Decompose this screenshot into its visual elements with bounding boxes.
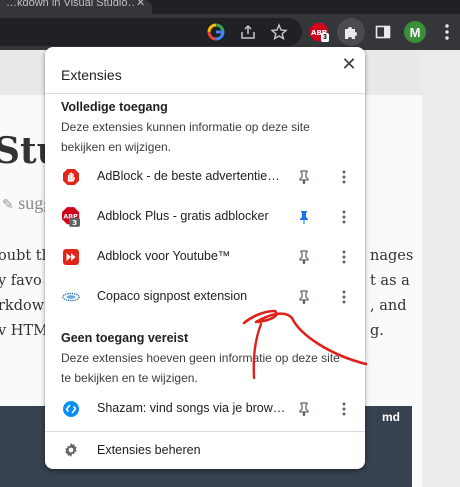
article-line: oubt th — [0, 248, 51, 264]
tab-title: …kdown in Visual Studio… — [6, 0, 134, 9]
manage-extensions-button[interactable]: Extensies beheren — [45, 435, 365, 465]
extension-row-adblock-youtube[interactable]: Adblock voor Youtube™ — [45, 237, 365, 277]
extension-name: Copaco signpost extension — [97, 289, 248, 303]
bookmark-star-icon[interactable] — [268, 21, 290, 43]
divider — [45, 431, 365, 432]
google-icon[interactable] — [205, 21, 227, 43]
article-line: v HTM — [0, 323, 48, 339]
extensions-popup: Extensies ✕ Volledige toegang Deze exten… — [45, 47, 365, 469]
adblock-plus-toolbar-icon[interactable]: ABP 3 — [308, 21, 330, 43]
section-title-full-access: Volledige toegang — [61, 100, 168, 114]
popup-title: Extensies — [61, 67, 122, 83]
code-language-label: md — [382, 410, 400, 424]
tab-strip: …kdown in Visual Studio… ✕ — [0, 0, 460, 14]
copaco-icon — [62, 288, 80, 306]
article-line: nages — [370, 248, 414, 264]
section-description: Deze extensies kunnen informatie op deze… — [61, 120, 310, 154]
extension-row-adblock-plus[interactable]: ABP 3 Adblock Plus - gratis adblocker — [45, 197, 365, 237]
article-line: t as a — [370, 273, 410, 289]
extension-row-copaco[interactable]: Copaco signpost extension — [45, 277, 365, 317]
section-title-no-access: Geen toegang vereist — [61, 331, 189, 345]
active-tab[interactable]: …kdown in Visual Studio… ✕ — [0, 0, 152, 14]
pencil-icon: ✎ — [2, 198, 14, 213]
pin-icon[interactable] — [295, 168, 313, 186]
gear-icon — [62, 441, 80, 459]
more-options-icon[interactable] — [335, 168, 353, 186]
page-scroll-area — [422, 50, 460, 487]
pin-active-icon[interactable] — [295, 208, 313, 226]
close-icon[interactable]: ✕ — [338, 53, 360, 75]
pin-icon[interactable] — [295, 400, 313, 418]
share-icon[interactable] — [237, 21, 259, 43]
divider — [45, 93, 365, 94]
abp-icon: ABP 3 — [62, 207, 80, 227]
article-line: y favo — [0, 273, 42, 289]
tab-close-icon[interactable]: ✕ — [136, 0, 145, 9]
browser-toolbar: ABP 3 M — [0, 14, 460, 50]
profile-avatar[interactable]: M — [404, 21, 426, 43]
extension-name: Adblock voor Youtube™ — [97, 249, 231, 263]
pin-icon[interactable] — [295, 248, 313, 266]
youtube-adblock-icon — [62, 248, 80, 266]
extension-badge: 3 — [72, 218, 77, 227]
extension-name: AdBlock - de beste advertentie… — [97, 169, 280, 183]
abp-badge: 3 — [321, 33, 329, 42]
more-options-icon[interactable] — [335, 208, 353, 226]
extension-name: Adblock Plus - gratis adblocker — [97, 209, 269, 223]
adblock-hand-icon — [62, 168, 80, 186]
extension-row-adblock[interactable]: AdBlock - de beste advertentie… — [45, 157, 365, 197]
section-description: Deze extensies hoeven geen informatie op… — [61, 351, 340, 385]
extensions-puzzle-icon[interactable] — [337, 18, 365, 46]
extension-name: Shazam: vind songs via je brow… — [97, 401, 286, 415]
shazam-icon — [62, 400, 80, 418]
extension-row-shazam[interactable]: Shazam: vind songs via je brow… — [45, 389, 365, 429]
article-line: , and — [370, 298, 407, 314]
article-line: rkdow — [0, 298, 45, 314]
pin-icon[interactable] — [295, 288, 313, 306]
article-line: g. — [370, 323, 384, 339]
manage-extensions-label: Extensies beheren — [97, 443, 201, 457]
more-options-icon[interactable] — [335, 248, 353, 266]
side-panel-icon[interactable] — [372, 21, 394, 43]
more-options-icon[interactable] — [335, 288, 353, 306]
browser-menu-icon[interactable] — [436, 21, 458, 43]
more-options-icon[interactable] — [335, 400, 353, 418]
